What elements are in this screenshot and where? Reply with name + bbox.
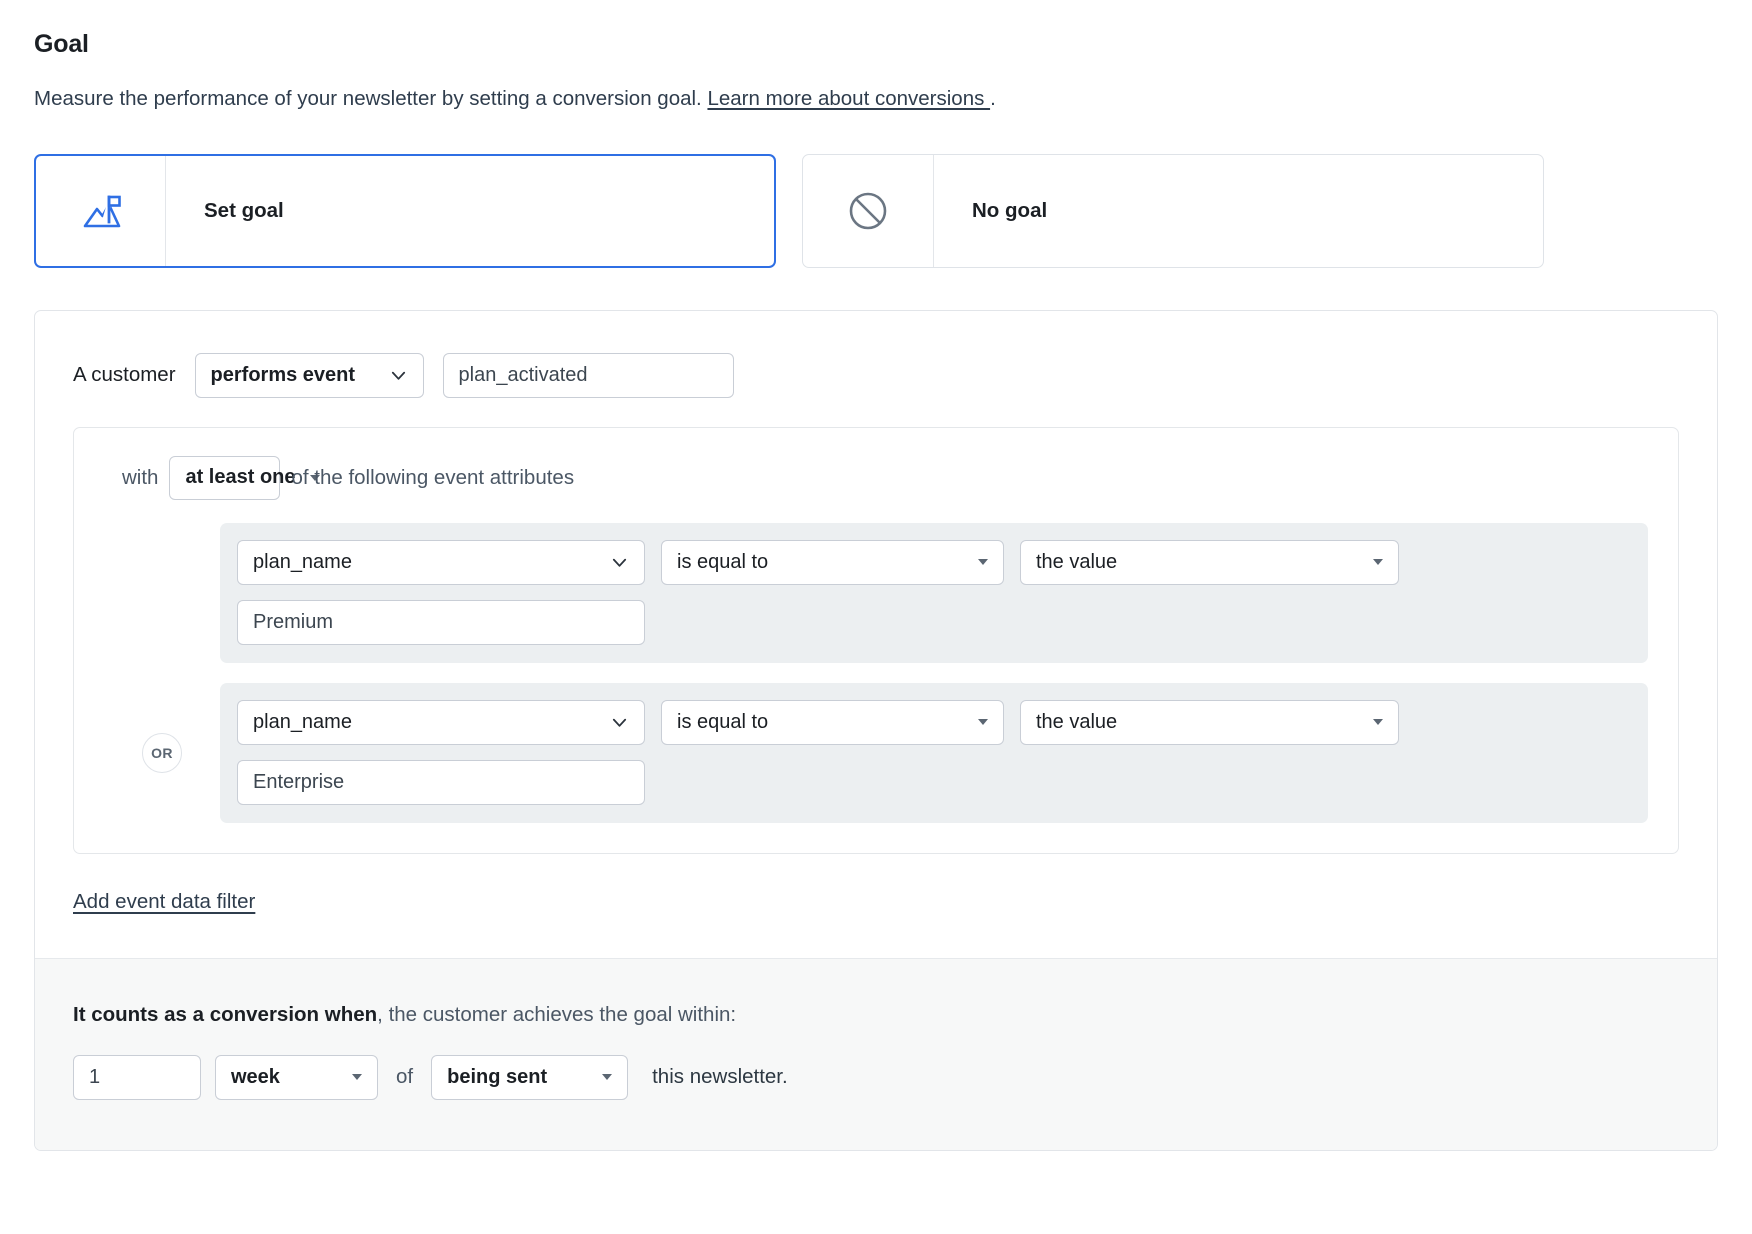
page-description: Measure the performance of your newslett…: [34, 59, 1718, 113]
goal-builder-body: A customer performs event plan_activated…: [35, 311, 1717, 958]
caret-down-icon: [978, 559, 988, 566]
conversion-trigger-select[interactable]: being sent: [431, 1054, 629, 1100]
chevron-down-icon: [391, 371, 405, 380]
attributes-prefix-label: with: [122, 465, 159, 489]
condition-box-1: plan_name is equal to the value Premium: [220, 522, 1648, 663]
event-attributes-group: with at least one of the following event…: [73, 426, 1679, 854]
conversion-window-rest: , the customer achieves the goal within:: [377, 1002, 737, 1026]
conversion-unit-value: week: [231, 1065, 280, 1088]
operator-select-1[interactable]: is equal to: [661, 539, 1004, 585]
page-title: Goal: [34, 30, 89, 58]
or-slot: OR: [104, 732, 220, 773]
quantifier-value: at least one: [185, 466, 296, 489]
attribute-value-1: plan_name: [253, 550, 352, 573]
operator-value-2: is equal to: [677, 710, 769, 733]
option-label-no-goal: No goal: [972, 198, 1048, 222]
caret-down-icon: [352, 1074, 362, 1081]
event-mode-select[interactable]: performs event: [194, 352, 424, 398]
attributes-header: with at least one of the following event…: [104, 455, 1648, 500]
customer-label: A customer: [73, 363, 176, 387]
conversion-window-bold: It counts as a conversion when: [73, 1002, 378, 1026]
description-period: .: [990, 87, 996, 110]
goal-settings-page: Goal Measure the performance of your new…: [0, 0, 1752, 1234]
attribute-value-2: plan_name: [253, 710, 352, 733]
mountain-flag-icon: [36, 155, 166, 266]
no-entry-icon: [803, 154, 934, 267]
description-text: Measure the performance of your newslett…: [34, 87, 702, 110]
event-name-input[interactable]: plan_activated: [442, 352, 734, 398]
goal-type-options: Set goal No goal: [34, 153, 1718, 268]
quantifier-select[interactable]: at least one: [169, 455, 320, 500]
conversion-window-text: It counts as a conversion when, the cust…: [73, 1003, 1679, 1027]
attributes-suffix-label: of the following event attributes: [291, 465, 575, 489]
condition-value-1: Premium: [253, 610, 334, 633]
add-event-data-filter-link[interactable]: Add event data filter: [73, 890, 255, 914]
option-label-set-goal: Set goal: [204, 198, 284, 222]
conversion-trigger-value: being sent: [447, 1065, 548, 1088]
value-type-select-2[interactable]: the value: [1020, 699, 1399, 745]
value-type-value-2: the value: [1036, 710, 1118, 733]
conversion-window-section: It counts as a conversion when, the cust…: [35, 957, 1717, 1150]
chevron-down-icon: [612, 718, 627, 727]
conversion-joiner-label: of: [396, 1065, 414, 1089]
learn-more-conversions-link[interactable]: Learn more about conversions: [707, 87, 990, 110]
event-mode-value: performs event: [210, 363, 356, 386]
caret-down-icon: [1373, 559, 1383, 566]
condition-spacer: [104, 663, 1648, 683]
caret-down-icon: [978, 719, 988, 726]
event-name-value: plan_activated: [458, 363, 588, 386]
caret-down-icon: [602, 1074, 613, 1081]
conversion-unit-select[interactable]: week: [215, 1054, 378, 1100]
goal-builder-panel: A customer performs event plan_activated…: [34, 309, 1718, 1151]
chevron-down-icon: [612, 558, 627, 567]
event-definition-row: A customer performs event plan_activated: [73, 352, 1679, 398]
conversion-tail-label: this newsletter.: [652, 1065, 788, 1089]
conversion-amount-value: 1: [89, 1065, 101, 1088]
condition-value-input-2[interactable]: Enterprise: [237, 759, 645, 805]
or-badge: OR: [142, 732, 182, 773]
condition-list: plan_name is equal to the value Premium …: [104, 522, 1648, 823]
option-card-no-goal[interactable]: No goal: [802, 153, 1544, 268]
value-type-select-1[interactable]: the value: [1020, 539, 1399, 585]
value-type-value-1: the value: [1036, 550, 1118, 573]
condition-controls-2: plan_name is equal to the value: [237, 699, 1631, 745]
conversion-amount-input[interactable]: 1: [73, 1054, 201, 1100]
option-card-set-goal[interactable]: Set goal: [34, 153, 776, 268]
condition-box-2: plan_name is equal to the value Enterpri…: [220, 682, 1648, 823]
condition-value-input-1[interactable]: Premium: [237, 599, 645, 645]
caret-down-icon: [1373, 719, 1383, 726]
condition-row-1: plan_name is equal to the value Premium: [104, 522, 1648, 663]
condition-row-2: OR plan_name is equal to the value Enter…: [104, 682, 1648, 823]
conversion-window-controls: 1 week of being sent this newsletter.: [73, 1054, 1679, 1100]
attribute-select-1[interactable]: plan_name: [237, 539, 645, 585]
operator-value-1: is equal to: [677, 550, 769, 573]
condition-controls-1: plan_name is equal to the value: [237, 539, 1631, 585]
condition-value-2: Enterprise: [253, 770, 345, 793]
attribute-select-2[interactable]: plan_name: [237, 699, 645, 745]
operator-select-2[interactable]: is equal to: [661, 699, 1004, 745]
